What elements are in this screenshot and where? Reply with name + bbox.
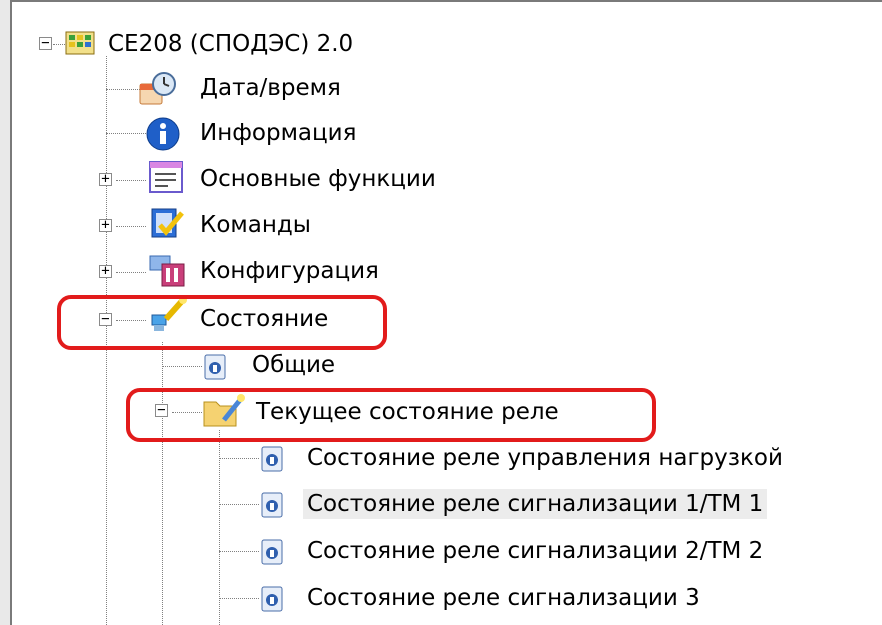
tree-line xyxy=(219,430,220,625)
tree-item-label: Состояние реле сигнализации 1/ТМ 1 xyxy=(303,489,768,519)
tree-item-relay-signal-1[interactable]: Состояние реле сигнализации 1/ТМ 1 xyxy=(303,484,768,524)
highlight-relay-state-box xyxy=(126,388,656,442)
tree-item-label: Дата/время xyxy=(200,75,341,101)
tree-line xyxy=(162,366,202,367)
info-icon xyxy=(145,116,181,156)
tree-item-config[interactable]: Конфигурация xyxy=(196,251,383,291)
tree-item-relay-load-control[interactable]: Состояние реле управления нагрузкой xyxy=(303,438,787,478)
tree-item-label: Команды xyxy=(200,212,311,238)
clock-icon xyxy=(136,70,182,112)
tree-item-relay-signal-2[interactable]: Состояние реле сигнализации 2/ТМ 2 xyxy=(303,531,767,571)
tree-item-datetime[interactable]: Дата/время xyxy=(196,68,345,108)
tree-item-label: Состояние реле сигнализации 2/ТМ 2 xyxy=(307,538,764,564)
expand-main-functions-toggle[interactable]: + xyxy=(99,172,112,186)
tree-item-label: Состояние реле сигнализации 3 xyxy=(307,585,700,611)
tree-item-label: Основные функции xyxy=(200,166,436,192)
tree-line xyxy=(219,504,259,505)
tree-line xyxy=(219,551,259,552)
doc-icon xyxy=(203,353,227,385)
tree-root-label: CE208 (СПОДЭС) 2.0 xyxy=(108,31,354,57)
tree-item-info[interactable]: Информация xyxy=(196,113,360,153)
tree-item-commands[interactable]: Команды xyxy=(196,205,315,245)
tree-root[interactable]: CE208 (СПОДЭС) 2.0 xyxy=(104,24,357,64)
tree-item-general[interactable]: Общие xyxy=(248,345,339,385)
tree-line xyxy=(116,180,146,181)
tree-item-main-functions[interactable]: Основные функции xyxy=(196,159,440,199)
tree-item-relay-signal-3[interactable]: Состояние реле сигнализации 3 xyxy=(303,578,704,618)
command-check-icon xyxy=(148,205,186,247)
tree-panel: − CE208 (СПОДЭС) 2.0 Дата/время Информац… xyxy=(10,0,882,625)
tree-item-label: Общие xyxy=(252,352,336,378)
expand-commands-toggle[interactable]: + xyxy=(99,218,112,232)
tree-line xyxy=(162,342,163,625)
tree-line xyxy=(116,272,146,273)
doc-icon xyxy=(260,585,284,617)
expand-config-toggle[interactable]: + xyxy=(99,264,112,278)
config-icon xyxy=(148,252,188,294)
tree-item-label: Информация xyxy=(200,120,357,146)
tree-line xyxy=(219,598,259,599)
tree-line xyxy=(116,226,146,227)
tree-line xyxy=(53,44,65,45)
window-list-icon xyxy=(148,160,184,200)
highlight-status-box xyxy=(57,295,387,350)
doc-icon xyxy=(260,445,284,477)
doc-icon xyxy=(260,491,284,523)
tree-line xyxy=(219,458,259,459)
tree-line xyxy=(106,133,146,134)
tree-item-label: Состояние реле управления нагрузкой xyxy=(307,445,783,471)
collapse-root-toggle[interactable]: − xyxy=(39,36,52,50)
tree-item-label: Конфигурация xyxy=(200,258,379,284)
device-grid-icon xyxy=(65,29,97,61)
doc-icon xyxy=(260,538,284,570)
